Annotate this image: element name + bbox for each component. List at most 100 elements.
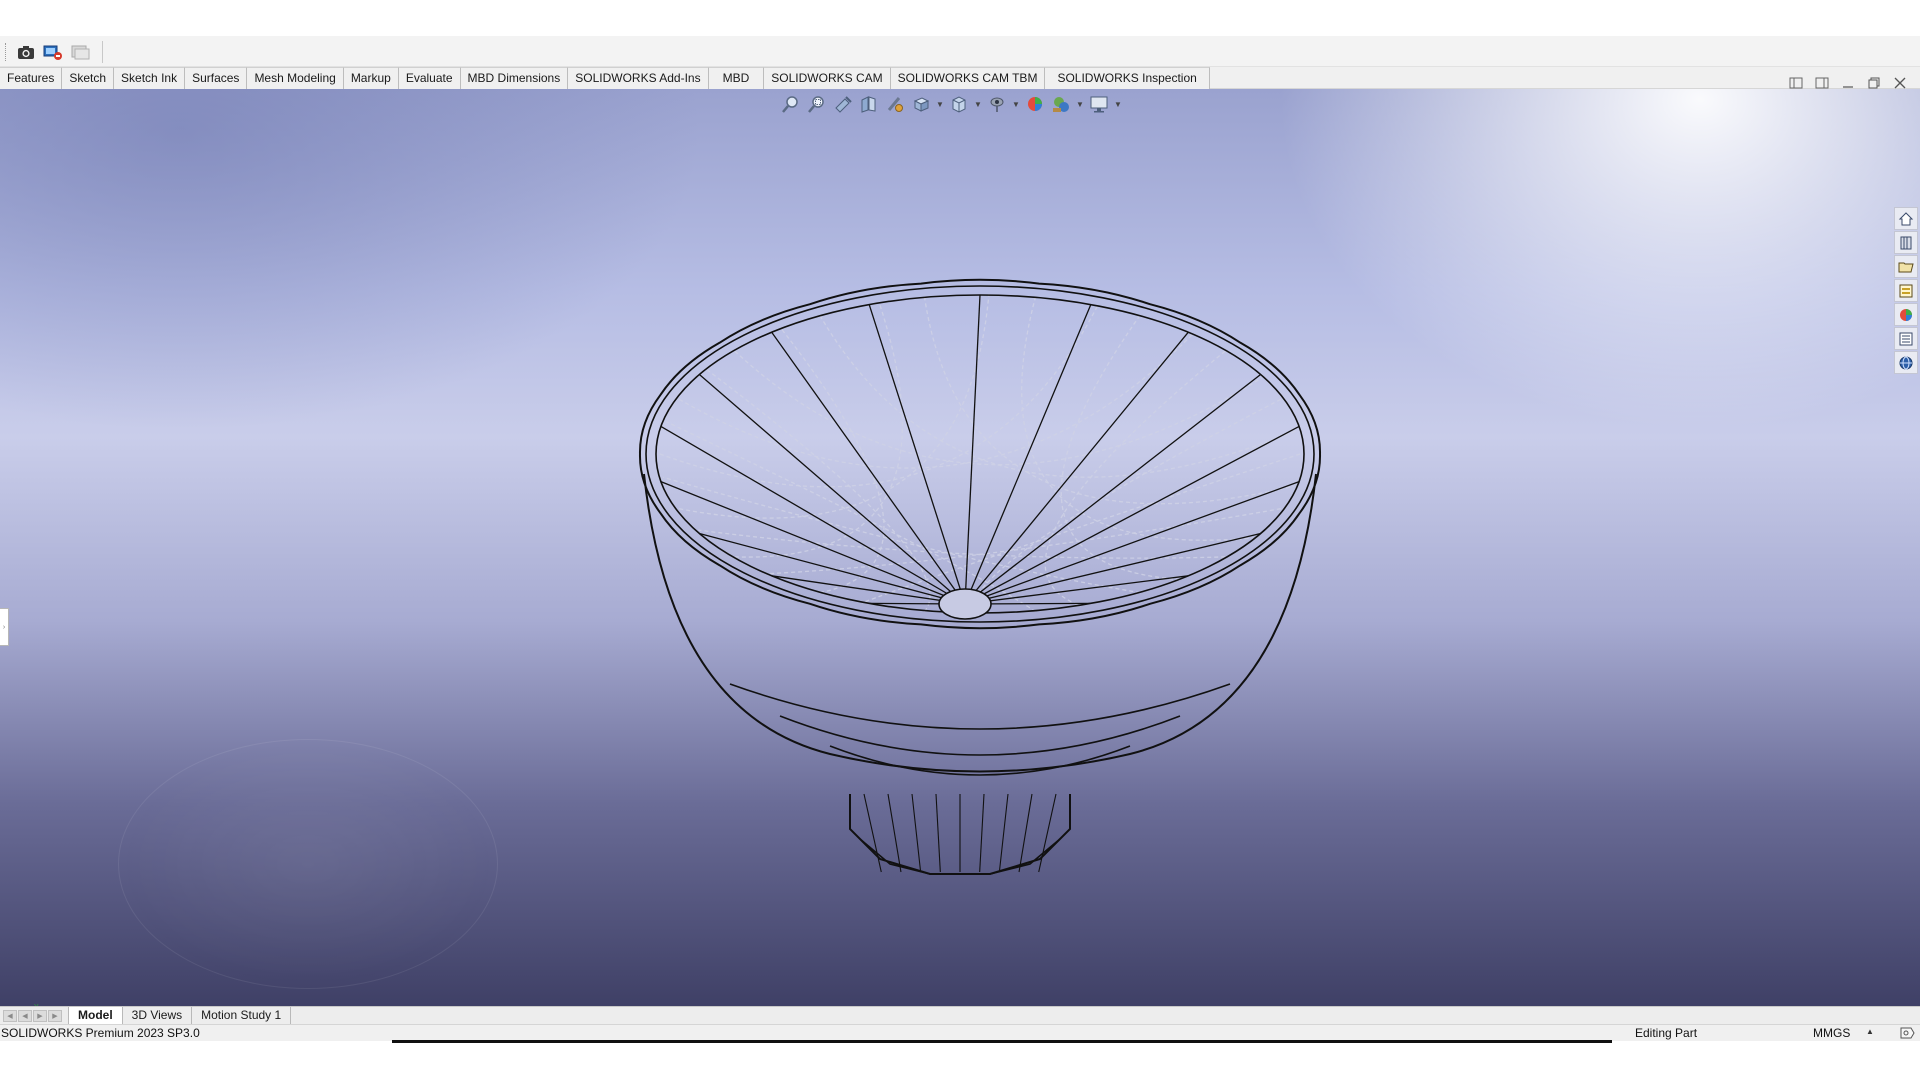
toolbar-grip[interactable] xyxy=(5,43,8,61)
bowl-rib-edge xyxy=(964,294,981,605)
bowl-foot-rib xyxy=(998,793,1009,873)
tab-solidworks-cam-tbm[interactable]: SOLIDWORKS CAM TBM xyxy=(890,67,1046,89)
bowl-rim-outer xyxy=(638,278,1322,630)
scene-lens-flare xyxy=(118,739,498,989)
zoom-to-area-icon[interactable] xyxy=(806,93,828,115)
record-video-icon[interactable] xyxy=(69,41,91,63)
tab-solidworks-cam[interactable]: SOLIDWORKS CAM xyxy=(764,67,891,89)
bowl-foot-rib xyxy=(1038,793,1057,873)
bowl-rib-edge xyxy=(660,425,966,605)
apply-scene-caret-icon[interactable]: ▼ xyxy=(1076,100,1084,109)
title-area xyxy=(0,0,1920,36)
tab-sketch[interactable]: Sketch xyxy=(62,67,115,89)
tab-motion-study-1[interactable]: Motion Study 1 xyxy=(192,1007,292,1024)
apply-scene-icon[interactable] xyxy=(1050,93,1072,115)
bowl-rim-lip xyxy=(645,285,1315,623)
tab-features[interactable]: Features xyxy=(0,67,63,89)
hidden-edge xyxy=(1060,315,1179,581)
hidden-edge xyxy=(734,350,1262,466)
bowl-rib-edge xyxy=(964,373,1261,605)
solidworks-resources-icon[interactable] xyxy=(1894,207,1918,230)
camera-icon[interactable] xyxy=(15,41,37,63)
hidden-edge xyxy=(767,508,1281,575)
section-view-icon[interactable] xyxy=(858,93,880,115)
view-settings-icon[interactable] xyxy=(1088,93,1110,115)
tab-mesh-modeling[interactable]: Mesh Modeling xyxy=(247,67,344,89)
editing-mode: Editing Part xyxy=(1635,1026,1698,1040)
bowl-foot-rib xyxy=(887,793,902,873)
hidden-edge xyxy=(707,369,931,613)
tab-mbd-dimensions[interactable]: MBD Dimensions xyxy=(460,67,569,89)
product-version: SOLIDWORKS Premium 2023 SP3.0 xyxy=(1,1026,200,1040)
hidden-edge xyxy=(861,453,1301,604)
status-bar: SOLIDWORKS Premium 2023 SP3.0 Editing Pa… xyxy=(0,1024,1920,1041)
heads-up-view-toolbar: ▼ ▼ ▼ ▼ ▼ xyxy=(780,92,1122,116)
next-tab-arrow-icon[interactable]: ▶ xyxy=(33,1010,47,1022)
zoom-to-fit-icon[interactable] xyxy=(780,93,802,115)
bowl-wireframe-model[interactable] xyxy=(540,269,1420,959)
bowl-rib-edge xyxy=(964,304,1092,605)
tab-sketch-ink[interactable]: Sketch Ink xyxy=(114,67,186,89)
bowl-rib-edge xyxy=(964,575,1189,605)
bowl-foot-rib xyxy=(1018,793,1033,873)
task-pane-tabs xyxy=(1894,207,1920,375)
rebuild-status-icon[interactable] xyxy=(1898,1026,1916,1040)
hide-show-caret-icon[interactable]: ▼ xyxy=(1012,100,1020,109)
command-manager-tabs: Features Sketch Sketch Ink Surfaces Mesh… xyxy=(0,67,1920,89)
view-orientation-icon[interactable] xyxy=(910,93,932,115)
tab-3d-views[interactable]: 3D Views xyxy=(122,1007,193,1024)
tab-solidworks-inspection[interactable]: SOLIDWORKS Inspection xyxy=(1045,67,1210,89)
bowl-rim-inner xyxy=(655,294,1305,614)
hidden-edge xyxy=(1044,350,1226,607)
tab-markup[interactable]: Markup xyxy=(343,67,399,89)
file-explorer-icon[interactable] xyxy=(1894,255,1918,278)
bowl-foot-rib xyxy=(979,793,985,873)
bowl-foot-rib xyxy=(935,793,941,873)
bowl-rib-edge xyxy=(660,480,966,605)
view-settings-caret-icon[interactable]: ▼ xyxy=(1114,100,1122,109)
tab-scroll-arrows: ◀ ◀ ▶ ▶ xyxy=(3,1010,62,1022)
display-style-icon[interactable] xyxy=(948,93,970,115)
hidden-edge xyxy=(666,421,1036,613)
hidden-edge xyxy=(679,293,990,519)
tab-evaluate[interactable]: Evaluate xyxy=(398,67,461,89)
unit-system-caret-icon[interactable]: ▲ xyxy=(1866,1027,1874,1036)
bowl-centre-boss xyxy=(938,588,992,620)
tab-model[interactable]: Model xyxy=(68,1007,123,1024)
bowl-foot-rib xyxy=(911,793,922,873)
bowl-rib-edge xyxy=(964,532,1261,605)
hidden-edge xyxy=(970,398,1282,615)
tab-solidworks-add-ins[interactable]: SOLIDWORKS Add-Ins xyxy=(568,67,709,89)
hide-show-items-icon[interactable] xyxy=(986,93,1008,115)
bowl-rib-edge xyxy=(964,425,1300,605)
appearances-scenes-icon[interactable] xyxy=(1894,303,1918,326)
hidden-edge xyxy=(659,304,1099,488)
feature-manager-expand-handle[interactable]: › xyxy=(0,608,9,646)
hidden-edge xyxy=(1021,296,1253,541)
hidden-edge xyxy=(923,296,1294,505)
reference-triad: X Y Z xyxy=(34,1004,39,1006)
graphics-area[interactable]: ▼ ▼ ▼ ▼ ▼ › xyxy=(0,89,1920,1006)
unit-system[interactable]: MMGS xyxy=(1813,1026,1850,1040)
design-library-icon[interactable] xyxy=(1894,231,1918,254)
custom-properties-icon[interactable] xyxy=(1894,327,1918,350)
previous-view-icon[interactable] xyxy=(832,93,854,115)
tab-mbd[interactable]: MBD xyxy=(708,67,765,89)
bowl-foot-rib xyxy=(863,793,882,873)
document-tabs: ◀ ◀ ▶ ▶ Model 3D Views Motion Study 1 xyxy=(0,1006,1920,1024)
solidworks-window: Features Sketch Sketch Ink Surfaces Mesh… xyxy=(0,0,1920,1080)
display-style-caret-icon[interactable]: ▼ xyxy=(974,100,982,109)
view-palette-icon[interactable] xyxy=(1894,279,1918,302)
dynamic-annotation-icon[interactable] xyxy=(884,93,906,115)
last-tab-arrow-icon[interactable]: ▶ xyxy=(48,1010,62,1022)
tab-surfaces[interactable]: Surfaces xyxy=(185,67,248,89)
prev-tab-arrow-icon[interactable]: ◀ xyxy=(18,1010,32,1022)
bowl-rib-edge xyxy=(868,304,966,605)
screen-capture-icon[interactable] xyxy=(42,41,64,63)
first-tab-arrow-icon[interactable]: ◀ xyxy=(3,1010,17,1022)
hidden-edge xyxy=(678,333,1193,469)
toolbar-separator xyxy=(102,41,103,63)
view-orientation-caret-icon[interactable]: ▼ xyxy=(936,100,944,109)
solidworks-forum-icon[interactable] xyxy=(1894,351,1918,374)
edit-appearance-icon[interactable] xyxy=(1024,93,1046,115)
